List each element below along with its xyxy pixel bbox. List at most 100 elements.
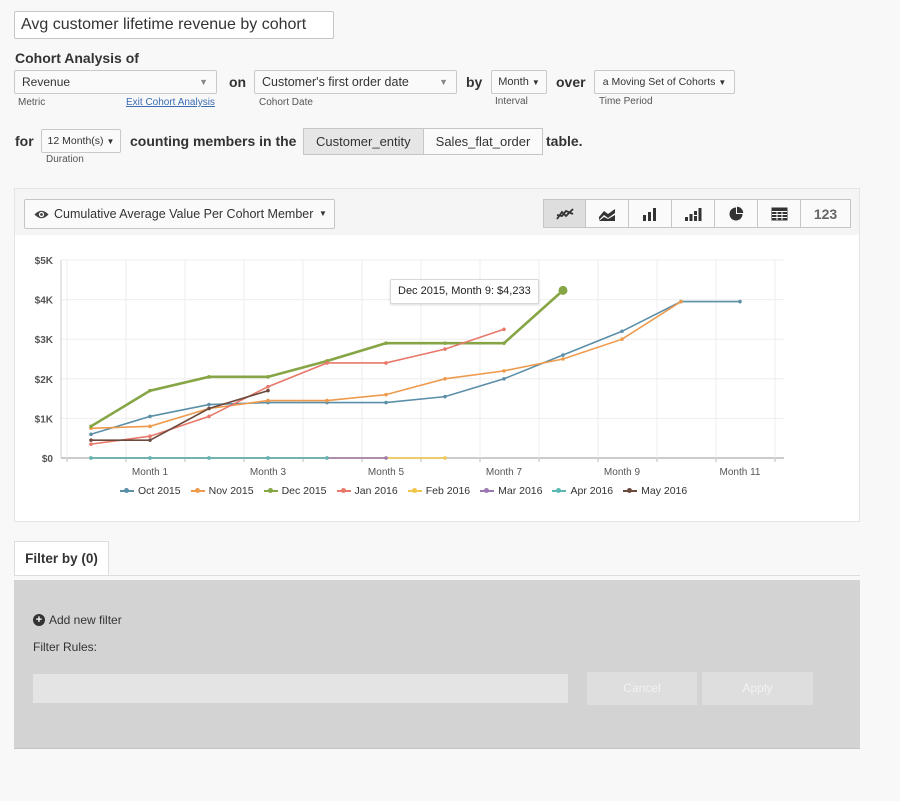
series-line (90, 300, 682, 430)
cohort-date-value: Customer's first order date (262, 75, 409, 89)
apply-button[interactable]: Apply (702, 672, 813, 705)
data-point (89, 456, 93, 460)
y-tick-label: $0 (42, 454, 54, 465)
legend-swatch (623, 487, 638, 495)
filter-rules-label: Filter Rules: (33, 640, 98, 654)
series-line (90, 328, 505, 445)
legend-item[interactable]: Feb 2016 (407, 485, 470, 497)
legend-item[interactable]: May 2016 (623, 485, 687, 497)
data-point (443, 341, 447, 345)
data-point (325, 361, 329, 365)
data-point (443, 377, 447, 381)
bar-chart-button[interactable] (629, 199, 672, 228)
table-selector: Customer_entity Sales_flat_order (303, 128, 544, 155)
filter-rules-input[interactable] (33, 674, 568, 703)
area-chart-button[interactable] (586, 199, 629, 228)
data-point (325, 398, 329, 403)
data-point (620, 329, 624, 334)
data-point (148, 414, 152, 419)
legend-swatch (480, 487, 495, 495)
line-chart-button[interactable] (543, 199, 586, 228)
interval-value: Month (498, 76, 529, 88)
data-point (148, 438, 152, 442)
over-label: over (556, 74, 586, 90)
exit-cohort-analysis-link[interactable]: Exit Cohort Analysis (126, 97, 215, 108)
data-point (148, 424, 152, 429)
duration-value: 12 Month(s) (47, 135, 104, 147)
for-label: for (15, 133, 34, 149)
data-point (266, 388, 270, 393)
data-point (207, 406, 211, 411)
report-title-input[interactable]: Avg customer lifetime revenue by cohort (14, 11, 334, 39)
x-tick-label: Month 11 (720, 467, 761, 476)
data-point (207, 414, 211, 419)
number-view-button[interactable]: 123 (801, 199, 851, 228)
plus-circle-icon: + (33, 614, 45, 626)
pie-chart-icon (729, 206, 744, 220)
data-point (266, 456, 270, 460)
y-tick-label: $2K (35, 375, 54, 386)
data-point (384, 361, 388, 365)
duration-dropdown[interactable]: 12 Month(s) ▼ (41, 129, 121, 153)
bar-chart-icon (643, 207, 656, 221)
tab-sales-flat-order[interactable]: Sales_flat_order (423, 128, 544, 155)
legend-item[interactable]: Nov 2015 (190, 485, 254, 497)
data-point (502, 341, 506, 345)
legend-swatch (263, 487, 278, 495)
add-filter-button[interactable]: + Add new filter (33, 613, 122, 627)
data-point (148, 434, 152, 439)
legend-swatch (407, 487, 422, 495)
data-point (620, 337, 624, 341)
measure-dropdown[interactable]: Cumulative Average Value Per Cohort Memb… (24, 199, 335, 229)
metric-select[interactable]: Revenue ▼ (14, 70, 217, 94)
legend-item[interactable]: Oct 2015 (120, 485, 181, 497)
data-point (89, 442, 93, 446)
legend-swatch (190, 487, 205, 495)
time-period-dropdown[interactable]: a Moving Set of Cohorts ▼ (594, 70, 735, 94)
data-point (148, 388, 152, 393)
cohort-date-select[interactable]: Customer's first order date ▼ (254, 70, 457, 94)
data-point (561, 353, 565, 357)
tab-customer-entity[interactable]: Customer_entity (303, 128, 424, 155)
cancel-button[interactable]: Cancel (587, 672, 697, 705)
stacked-bar-chart-icon (685, 207, 702, 221)
chart-legend: Oct 2015 Nov 2015 Dec 2015 Jan 2016 Feb 2016… (120, 485, 687, 497)
data-point (502, 377, 506, 381)
legend-item[interactable]: Mar 2016 (480, 485, 542, 497)
chart-tooltip: Dec 2015, Month 9: $4,233 (390, 279, 539, 304)
data-point (266, 375, 270, 379)
legend-item[interactable]: Dec 2015 (263, 485, 327, 497)
filter-by-tab[interactable]: Filter by (0) (14, 541, 109, 576)
legend-label: Apr 2016 (570, 485, 614, 497)
data-point (443, 456, 447, 460)
table-suffix-label: table. (546, 133, 583, 149)
interval-dropdown[interactable]: Month ▼ (491, 70, 547, 94)
legend-item[interactable]: Jan 2016 (336, 485, 398, 497)
legend-label: Jan 2016 (354, 485, 398, 497)
data-point (679, 299, 683, 304)
legend-swatch (336, 487, 351, 495)
cohort-analysis-heading: Cohort Analysis of (15, 50, 139, 66)
data-point (207, 402, 211, 407)
caret-down-icon: ▼ (319, 209, 327, 218)
data-point (89, 424, 93, 429)
legend-label: Mar 2016 (498, 485, 543, 497)
table-view-button[interactable] (758, 199, 801, 228)
cohort-date-sublabel: Cohort Date (259, 97, 313, 108)
data-point (384, 392, 388, 397)
legend-item[interactable]: Apr 2016 (552, 485, 613, 497)
legend-swatch (552, 487, 567, 495)
interval-sublabel: Interval (495, 96, 528, 107)
pie-chart-button[interactable] (715, 199, 758, 228)
series-line (90, 289, 564, 428)
data-point (384, 400, 388, 405)
table-icon (771, 207, 787, 220)
data-point (89, 432, 93, 437)
data-point (266, 384, 270, 389)
y-tick-label: $5K (35, 256, 54, 267)
stacked-bar-chart-button[interactable] (672, 199, 715, 228)
series-line (91, 389, 269, 441)
caret-down-icon: ▼ (106, 137, 115, 146)
data-point (207, 456, 211, 460)
caret-down-icon: ▼ (531, 78, 540, 87)
